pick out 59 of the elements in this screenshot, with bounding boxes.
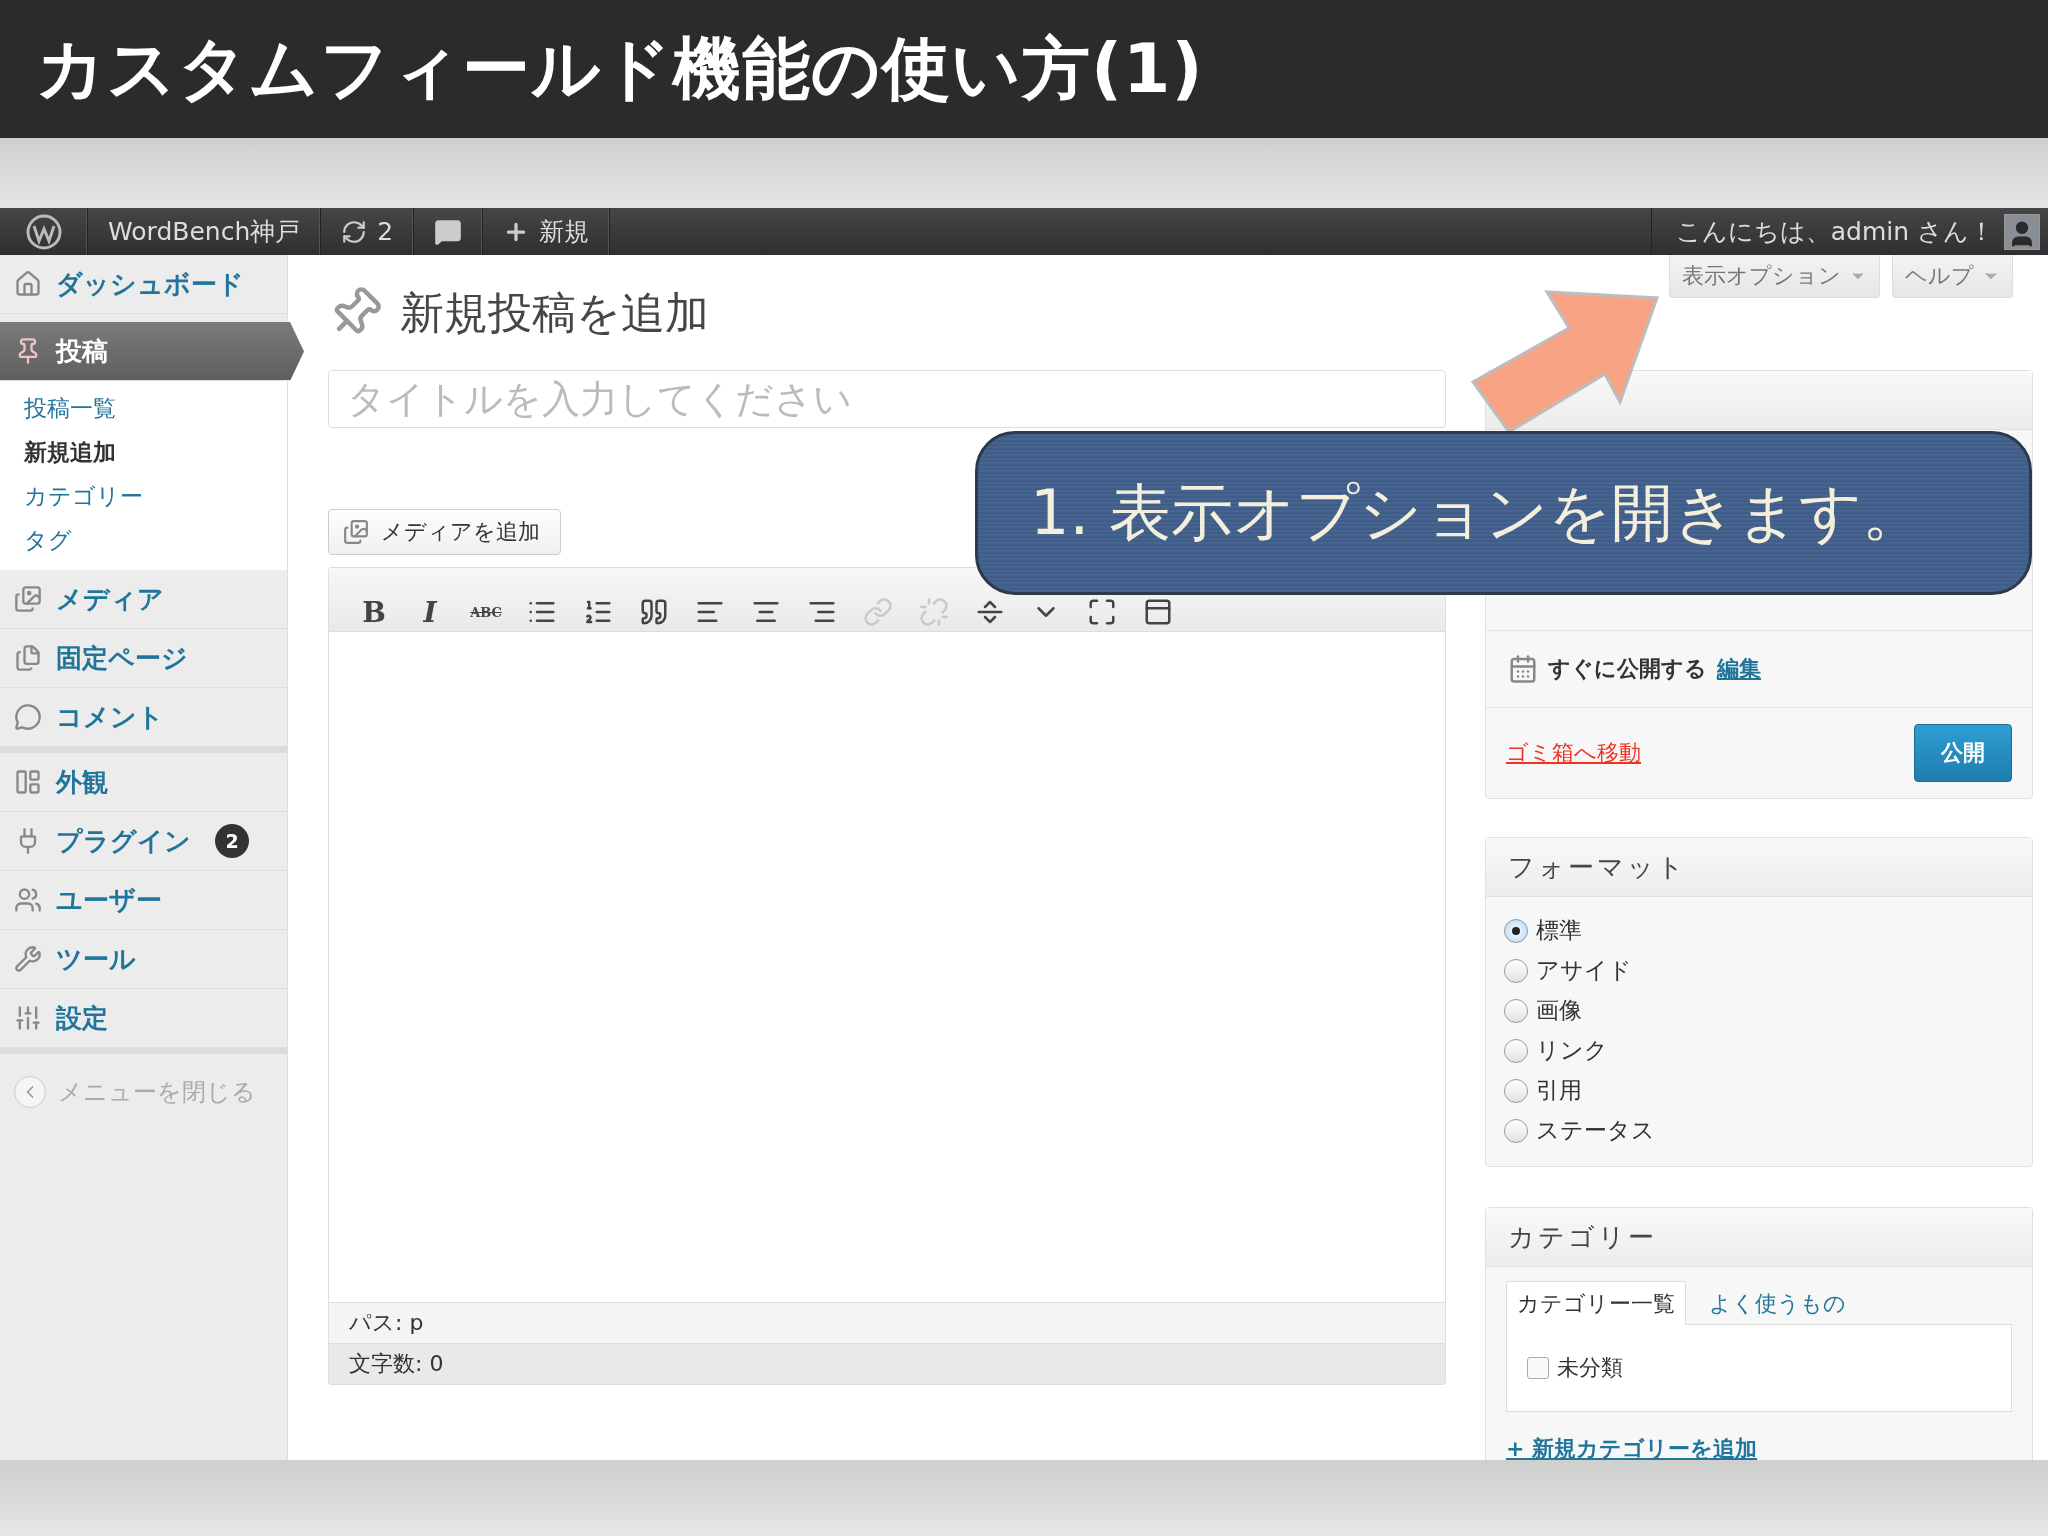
radio-label: ステータス (1536, 1116, 1655, 1145)
refresh-icon[interactable] (341, 218, 368, 245)
category-tab[interactable]: よく使うもの (1698, 1281, 1857, 1325)
checkbox[interactable] (1527, 1357, 1549, 1379)
sliders-icon (14, 1004, 42, 1032)
menu-item[interactable]: 投稿 (0, 322, 305, 381)
home-icon (14, 270, 42, 298)
greeting[interactable]: こんにちは、admin さん！ (1675, 215, 1994, 248)
users-icon (14, 886, 42, 914)
radio-button[interactable] (1504, 918, 1528, 943)
radio-button[interactable] (1504, 1078, 1528, 1103)
radio-label: 引用 (1536, 1076, 1582, 1105)
screen-tab-button[interactable]: 表示オプション (1669, 255, 1880, 298)
images-icon (14, 585, 42, 613)
avatar-icon[interactable] (2004, 213, 2040, 250)
radio-button[interactable] (1504, 958, 1528, 983)
radio-button[interactable] (1504, 1038, 1528, 1063)
logo-icon[interactable] (25, 213, 62, 250)
radio-label: アサイド (1536, 956, 1632, 985)
word-count: 文字数: 0 (349, 1350, 444, 1378)
radio-label: 画像 (1536, 996, 1582, 1025)
checkbox-label: 未分類 (1557, 1354, 1623, 1382)
speech-bubble-icon (14, 703, 42, 731)
title-field[interactable]: タイトルを入力してください (328, 370, 1446, 428)
publish-button[interactable]: 公開 (1914, 724, 2012, 782)
submenu-item[interactable]: カテゴリー (24, 481, 287, 512)
category-tab[interactable]: カテゴリー一覧 (1506, 1281, 1686, 1325)
path-label: パス: p (349, 1309, 424, 1337)
count-badge: 2 (215, 824, 249, 858)
images-icon (343, 519, 369, 545)
radio-button[interactable] (1504, 998, 1528, 1023)
screen-tab-button[interactable]: ヘルプ (1892, 255, 2013, 298)
edit-link[interactable]: 編集 (1717, 654, 1761, 684)
page-heading: 新規投稿を追加 (400, 285, 709, 340)
radio-button[interactable] (1504, 1118, 1528, 1143)
updates-count[interactable]: 2 (377, 217, 394, 246)
layout-icon (14, 768, 42, 796)
box-title: カテゴリー (1508, 1220, 1657, 1254)
schedule-label: すぐに公開する (1548, 655, 1707, 683)
slide-title: カスタムフィールド機能の使い方(1) (36, 27, 1204, 110)
box-title: フォーマット (1508, 850, 1687, 884)
new-link[interactable]: 新規 (539, 215, 590, 248)
wrench-icon (14, 945, 42, 973)
submenu-item[interactable]: 投稿一覧 (24, 393, 287, 424)
radio-label: リンク (1536, 1036, 1608, 1065)
format-button[interactable]: B (353, 598, 395, 626)
pages-icon (14, 644, 42, 672)
radio-label: 標準 (1536, 916, 1582, 945)
callout-text: 1. 表示オプションを開きます。 (1030, 475, 1924, 551)
comment-icon[interactable] (434, 217, 463, 246)
format-button[interactable]: I (409, 598, 451, 626)
site-name-link[interactable]: WordBench神戸 (108, 215, 301, 248)
add-category-link[interactable]: + 新規カテゴリーを追加 (1506, 1434, 1758, 1460)
trash-link[interactable]: ゴミ箱へ移動 (1506, 738, 1641, 768)
submenu-item[interactable]: タグ (24, 525, 287, 556)
format-button[interactable]: ABC (465, 598, 507, 626)
submenu-item[interactable]: 新規追加 (24, 437, 287, 468)
calendar-icon (1508, 654, 1538, 684)
add-media-button[interactable]: メディアを追加 (328, 509, 561, 555)
